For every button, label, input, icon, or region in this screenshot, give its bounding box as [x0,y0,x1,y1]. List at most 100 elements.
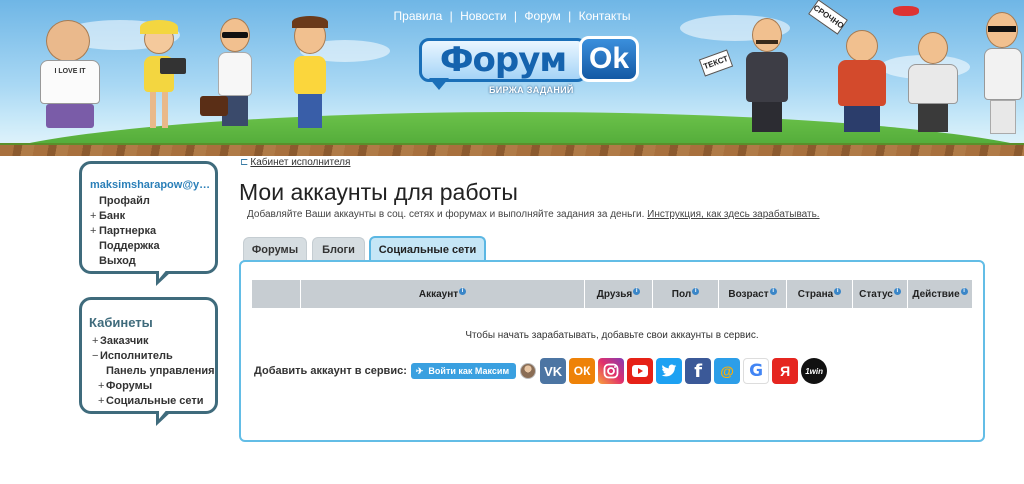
menu-item-label: Форумы [106,380,153,392]
user-menu-item-profile[interactable]: Профайл [90,194,160,209]
empty-table-message: Чтобы начать зарабатывать, добавьте свои… [465,330,759,341]
logo-subtitle: БИРЖА ЗАДАНИЙ [489,85,574,95]
menu-item-label: Социальные сети [106,395,204,407]
column-header-country[interactable]: Страна i [787,280,853,308]
user-menu-item-logout[interactable]: Выход [90,254,160,269]
menu-expander: + [92,335,99,347]
cartoon-character-1: I LOVE IT [32,14,112,134]
column-label: Друзья [596,288,633,300]
site-logo[interactable]: Форум Ok БИРЖА ЗАДАНИЙ [419,36,639,98]
menu-item-label: Банк [99,210,126,222]
cartoon-character-5 [736,18,796,134]
info-icon[interactable]: i [834,287,842,295]
menu-item-label: Панель управления [106,365,215,377]
info-icon[interactable]: i [692,287,700,295]
info-icon[interactable]: i [633,287,641,295]
nav-link-news[interactable]: Новости [456,9,510,23]
add-account-label: Добавить аккаунт в сервис: [254,365,407,377]
telegram-button-label: Войти как Максим [428,366,510,376]
shirt-text: I LOVE IT [54,68,86,75]
column-header-status[interactable]: Статус i [853,280,908,308]
column-header-action[interactable]: Действие i [908,280,972,308]
info-icon[interactable]: i [960,287,968,295]
user-menu-item-partner[interactable]: + Партнерка [90,224,160,239]
user-email-link[interactable]: maksimsharapow@yan... [90,179,216,191]
nav-link-forum[interactable]: Форум [520,9,564,23]
cartoon-character-8 [978,12,1024,136]
column-label: Действие [912,288,960,300]
column-header-gender[interactable]: Пол i [653,280,719,308]
instruction-link[interactable]: Инструкция, как здесь зарабатывать. [647,209,819,220]
cabinet-item-executor[interactable]: − Исполнитель [92,349,215,364]
cabinet-item-control-panel[interactable]: Панель управления [92,364,215,379]
column-label: Возраст [728,288,769,300]
cabinets-box: Кабинеты + Заказчик − Исполнитель Панель у… [79,297,218,426]
breadcrumb-tree-icon: ⊏ [240,157,249,168]
user-menu-box: maksimsharapow@yan... Профайл + Банк + Пар… [79,161,218,286]
briefcase-prop [200,96,228,116]
cartoon-character-2 [134,20,184,132]
logo-main-text: Форум [419,38,587,82]
odnoklassniki-icon[interactable]: ОК [569,358,596,384]
tab-forums[interactable]: Форумы [243,237,307,261]
page-subtitle: Добавляйте Ваши аккаунты в соц. сетях и … [247,209,820,220]
column-label: Страна [797,288,834,300]
info-icon[interactable]: i [893,287,901,295]
menu-expander: + [98,395,105,407]
vk-icon[interactable]: VK [540,358,567,384]
cabinets-list: + Заказчик − Исполнитель Панель управления… [92,334,215,409]
cartoon-character-4 [286,16,334,130]
user-menu-item-support[interactable]: Поддержка [90,239,160,254]
instagram-icon[interactable] [598,358,625,384]
cabinet-item-forums[interactable]: + Форумы [92,379,215,394]
speech-bubble-tail [156,267,172,286]
youtube-icon[interactable] [627,358,654,384]
user-menu-item-bank[interactable]: + Банк [90,209,160,224]
add-account-row: Добавить аккаунт в сервис: ✈ Войти как М… [254,356,830,386]
google-icon[interactable]: G [743,358,770,384]
info-icon[interactable]: i [769,287,777,295]
nav-link-contacts[interactable]: Контакты [575,9,635,23]
column-label: Пол [671,288,692,300]
laptop-prop [160,58,186,74]
telegram-login-button[interactable]: ✈ Войти как Максим [410,363,517,379]
menu-expander: + [90,225,97,237]
column-label: Аккаунт [418,288,459,300]
user-menu-list: Профайл + Банк + Партнерка Поддержка Выход [90,194,160,269]
header-banner: I LOVE IT ТЕКСТ СРОЧНО Правила | Новости… [0,0,1024,156]
facebook-icon[interactable]: f [685,358,712,384]
cabinet-item-customer[interactable]: + Заказчик [92,334,215,349]
yandex-icon[interactable]: Я [772,358,799,384]
tab-social-networks[interactable]: Социальные сети [369,236,486,263]
accounts-panel: Аккаунт i Друзья i Пол i Возраст i Страна i С… [239,260,985,442]
column-header-age[interactable]: Возраст i [719,280,787,308]
sign-ask: ТЕКСТ [698,49,734,77]
1win-icon[interactable]: 1win [801,358,828,384]
telegram-avatar [520,363,537,379]
menu-item-label: Партнерка [99,225,157,237]
mailru-icon[interactable]: @ [714,358,741,384]
menu-item-label: Поддержка [99,240,160,252]
column-header-friends[interactable]: Друзья i [585,280,653,308]
speech-bubble-tail [156,407,172,426]
nav-separator: | [568,9,572,23]
menu-collapser: − [92,350,99,362]
column-header-account[interactable]: Аккаунт i [301,280,585,308]
cartoon-character-7 [906,32,962,134]
subtitle-text: Добавляйте Ваши аккаунты в соц. сетях и … [247,209,645,220]
cabinet-item-social-networks[interactable]: + Социальные сети [92,394,215,409]
nav-link-rules[interactable]: Правила [390,9,447,23]
nav-separator: | [449,9,453,23]
menu-item-label: Заказчик [100,335,149,347]
cabinets-title: Кабинеты [89,315,153,330]
menu-item-label: Выход [99,255,136,267]
twitter-icon[interactable] [656,358,683,384]
menu-expander: + [90,210,97,222]
breadcrumb-link-executor-cabinet[interactable]: Кабинет исполнителя [250,157,350,168]
menu-expander: + [98,380,105,392]
info-icon[interactable]: i [459,287,467,295]
column-label: Статус [859,288,893,300]
breadcrumb: ⊏ Кабинет исполнителя [240,157,350,168]
top-navigation: Правила | Новости | Форум | Контакты [0,9,1024,23]
tab-blogs[interactable]: Блоги [312,237,365,261]
